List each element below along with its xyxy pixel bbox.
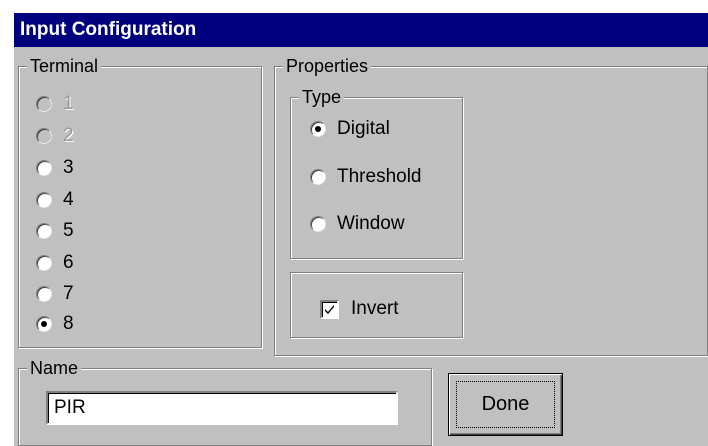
terminal-label: 5 bbox=[63, 220, 74, 241]
window-title: Input Configuration bbox=[20, 19, 197, 40]
type-radio-window[interactable]: Window bbox=[310, 211, 405, 237]
radio-button-icon[interactable] bbox=[36, 160, 52, 176]
type-label: Digital bbox=[337, 118, 390, 139]
invert-label: Invert bbox=[351, 298, 399, 319]
radio-button-icon[interactable] bbox=[36, 255, 52, 271]
terminal-label: 3 bbox=[63, 157, 74, 178]
radio-button-icon bbox=[36, 96, 52, 112]
radio-button-icon[interactable] bbox=[310, 216, 326, 232]
type-label: Window bbox=[337, 213, 405, 234]
title-bar: Input Configuration bbox=[14, 13, 708, 47]
invert-checkbox-row[interactable]: Invert bbox=[320, 296, 399, 322]
radio-button-icon[interactable] bbox=[36, 316, 52, 332]
terminal-legend: Terminal bbox=[27, 55, 102, 77]
type-legend: Type bbox=[299, 86, 345, 108]
terminal-radio-4[interactable]: 4 bbox=[36, 187, 74, 213]
type-radio-digital[interactable]: Digital bbox=[310, 116, 390, 142]
terminal-label: 4 bbox=[63, 189, 74, 210]
terminal-label: 6 bbox=[63, 252, 74, 273]
terminal-radio-1: 1 bbox=[36, 91, 74, 117]
input-configuration-dialog: Input Configuration Terminal 1 2 3 4 5 6 7 8 Pr… bbox=[14, 13, 708, 446]
terminal-radio-5[interactable]: 5 bbox=[36, 218, 74, 244]
radio-button-icon bbox=[36, 128, 52, 144]
terminal-radio-2: 2 bbox=[36, 123, 74, 149]
terminal-radio-7[interactable]: 7 bbox=[36, 281, 74, 307]
checkmark-icon bbox=[325, 304, 334, 314]
done-button[interactable]: Done bbox=[448, 373, 563, 436]
terminal-label: 8 bbox=[63, 313, 74, 334]
type-label: Threshold bbox=[337, 166, 422, 187]
radio-dot-icon bbox=[41, 321, 47, 327]
focus-rect bbox=[456, 381, 555, 428]
type-radio-threshold[interactable]: Threshold bbox=[310, 164, 422, 190]
radio-button-icon[interactable] bbox=[310, 169, 326, 185]
terminal-label: 1 bbox=[63, 93, 74, 114]
terminal-radio-8[interactable]: 8 bbox=[36, 311, 74, 337]
properties-legend: Properties bbox=[283, 55, 372, 77]
radio-button-icon[interactable] bbox=[36, 192, 52, 208]
radio-button-icon[interactable] bbox=[36, 223, 52, 239]
radio-button-icon[interactable] bbox=[36, 286, 52, 302]
invert-checkbox[interactable] bbox=[320, 299, 339, 319]
terminal-label: 7 bbox=[63, 283, 74, 304]
terminal-label: 2 bbox=[63, 125, 74, 146]
name-input[interactable] bbox=[46, 391, 398, 425]
name-legend: Name bbox=[27, 357, 82, 379]
radio-dot-icon bbox=[315, 126, 321, 132]
terminal-radio-3[interactable]: 3 bbox=[36, 155, 74, 181]
terminal-radio-6[interactable]: 6 bbox=[36, 250, 74, 276]
radio-button-icon[interactable] bbox=[310, 121, 326, 137]
